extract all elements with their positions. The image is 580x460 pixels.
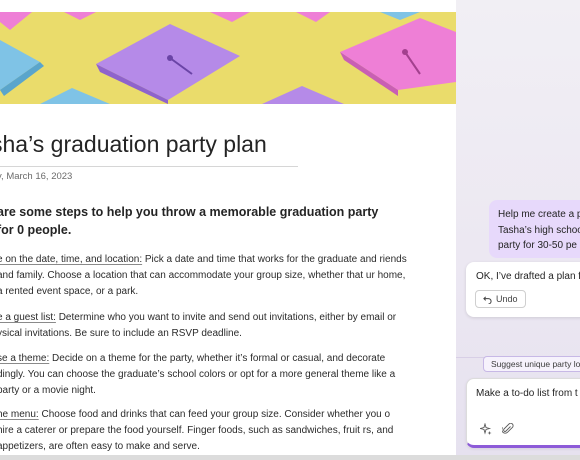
undo-button[interactable]: Undo	[475, 290, 526, 308]
paperclip-icon[interactable]	[502, 423, 514, 435]
graduation-caps-image	[0, 12, 456, 104]
step-body: Decide on a theme for the party, whether…	[0, 353, 396, 396]
step-theme: se a theme: Decide on a theme for the pa…	[0, 351, 407, 399]
compose-box[interactable]: Make a to-do list from t	[466, 378, 580, 448]
title-divider	[0, 166, 298, 167]
step-lead: se a theme:	[0, 353, 50, 364]
document-date: y, March 16, 2023	[0, 171, 73, 182]
document-intro: are some steps to help you throw a memor…	[0, 205, 379, 237]
prompt-input[interactable]: Make a to-do list from t	[476, 388, 578, 399]
step-lead: e a guest list:	[0, 312, 56, 323]
step-body: Choose food and drinks that can feed you…	[0, 409, 394, 452]
step-guest-list: e a guest list: Determine who you want t…	[0, 310, 407, 342]
undo-label: Undo	[496, 294, 518, 304]
step-lead: he menu:	[0, 409, 39, 420]
document-pane: sha’s graduation party plan y, March 16,…	[0, 0, 456, 460]
bottom-edge	[0, 455, 580, 460]
graduation-cap-banner	[0, 12, 456, 104]
step-body: Determine who you want to invite and sen…	[0, 312, 397, 339]
copilot-pane: Help me create a p Tasha’s high schoo pa…	[456, 0, 580, 460]
document-title: sha’s graduation party plan	[0, 131, 267, 157]
suggestion-chip[interactable]: Suggest unique party loc	[483, 356, 580, 372]
step-menu: he menu: Choose food and drinks that can…	[0, 407, 407, 455]
user-message-bubble: Help me create a p Tasha’s high schoo pa…	[489, 200, 580, 258]
step-lead: e on the date, time, and location:	[0, 254, 143, 265]
ai-response-text: OK, I’ve drafted a plan fr	[476, 271, 580, 282]
undo-icon	[483, 295, 492, 304]
ai-response-card: OK, I’ve drafted a plan fr Undo	[466, 262, 580, 317]
step-location: e on the date, time, and location: Pick …	[0, 252, 407, 300]
sparkle-icon[interactable]	[480, 423, 492, 435]
